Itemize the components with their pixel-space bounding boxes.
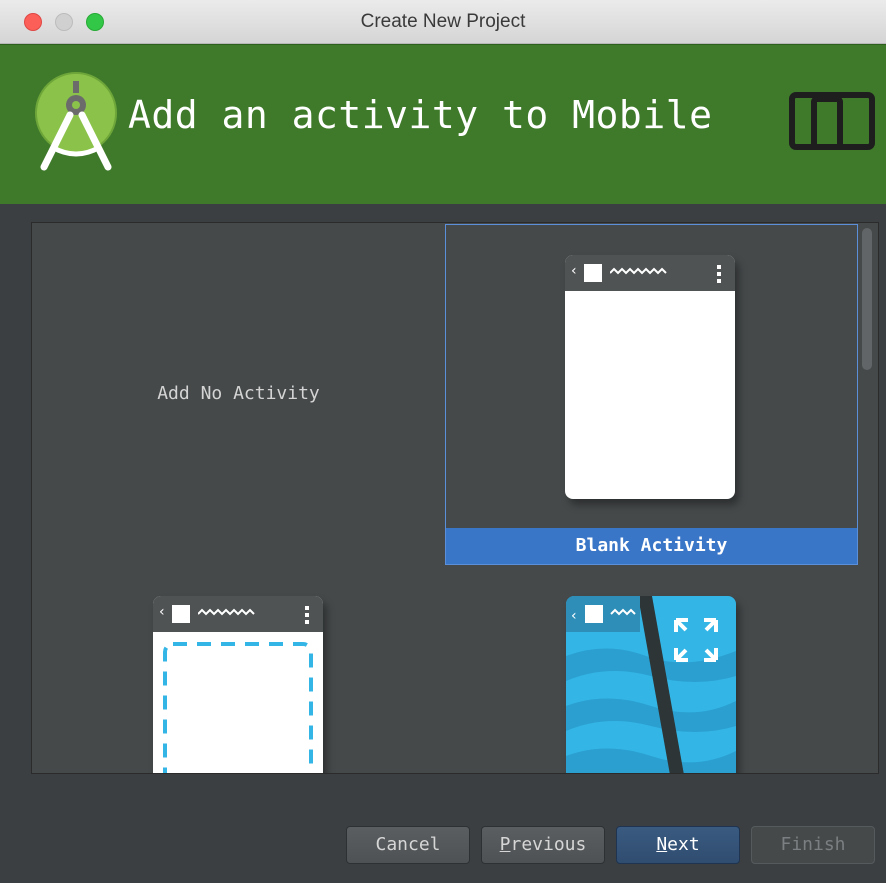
phone-tablet-icon [789, 92, 875, 150]
back-chevron-icon: ‹ [571, 263, 577, 279]
login-activity-preview: ‹ [153, 596, 323, 773]
cancel-button[interactable]: Cancel [346, 826, 470, 864]
preview-action-bar: ‹ [153, 596, 323, 632]
next-mnemonic: N [656, 834, 668, 855]
create-new-project-window: Create New Project Add an activity to Mo… [0, 0, 886, 883]
preview-action-bar: ‹ [565, 255, 735, 291]
previous-button[interactable]: Previous [481, 826, 605, 864]
scrollbar-thumb[interactable] [862, 228, 872, 370]
tile-label: Blank Activity [446, 528, 857, 564]
overflow-menu-icon [717, 265, 721, 283]
android-studio-logo-icon [35, 72, 117, 171]
finish-button[interactable]: Finish [751, 826, 875, 864]
back-chevron-icon: ‹ [159, 604, 165, 620]
previous-label: revious [510, 834, 587, 855]
fullscreen-waves-icon: ‹ [566, 596, 736, 773]
title-bar: Create New Project [0, 0, 886, 44]
page-title: Add an activity to Mobile [128, 93, 713, 137]
window-title: Create New Project [360, 11, 526, 32]
tile-add-no-activity[interactable]: Add No Activity [32, 223, 445, 565]
tile-login-activity[interactable]: ‹ [32, 565, 445, 773]
svg-text:‹: ‹ [571, 608, 577, 624]
previous-mnemonic: P [499, 834, 511, 855]
app-icon [172, 605, 190, 623]
app-icon [584, 264, 602, 282]
tile-fullscreen-activity[interactable]: ‹ [445, 565, 858, 773]
tile-label: Add No Activity [157, 383, 320, 404]
dashed-frame-icon [163, 642, 313, 773]
tile-blank-activity[interactable]: ‹ Blank Activity [445, 224, 858, 565]
blank-activity-preview: ‹ [565, 255, 735, 499]
gallery-scrollbar[interactable] [858, 224, 876, 772]
title-squiggle-icon [198, 608, 255, 616]
fullscreen-activity-preview: ‹ [566, 596, 736, 773]
overflow-menu-icon [305, 606, 309, 624]
next-label: ext [667, 834, 700, 855]
title-squiggle-icon [610, 267, 667, 275]
next-button[interactable]: Next [616, 826, 740, 864]
wizard-header: Add an activity to Mobile [0, 44, 886, 204]
activity-gallery: Add No Activity ‹ Blank Activity ‹ ‹ [31, 222, 879, 774]
